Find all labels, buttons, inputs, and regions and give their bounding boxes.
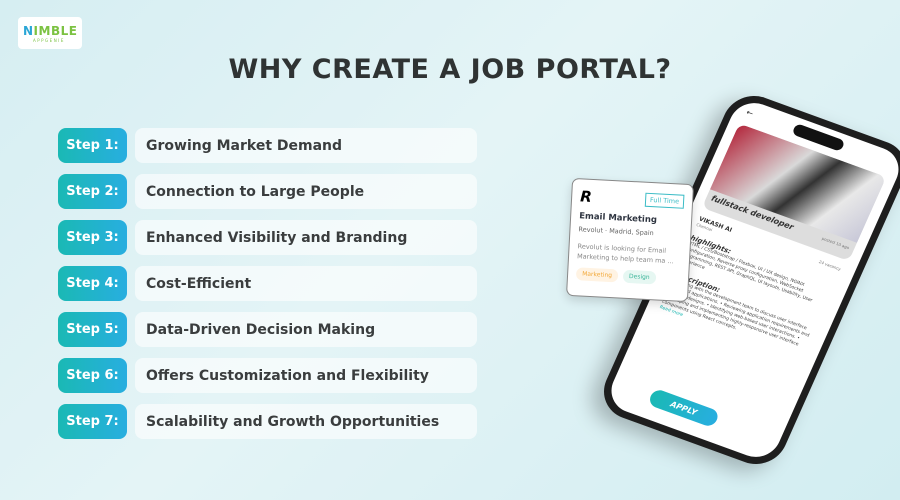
card-description: Revolut is looking for Email Marketing t… <box>576 242 674 266</box>
page-title: WHY CREATE A JOB PORTAL? <box>228 54 672 85</box>
tag-design: Design <box>622 269 657 285</box>
step-badge: Step 4: <box>58 266 127 301</box>
step-badge: Step 3: <box>58 220 127 255</box>
step-badge: Step 1: <box>58 128 127 163</box>
step-badge: Step 2: <box>58 174 127 209</box>
step-text: Cost-Efficient <box>135 266 477 301</box>
step-badge: Step 5: <box>58 312 127 347</box>
back-arrow-icon[interactable]: ← <box>745 108 755 119</box>
step-text: Enhanced Visibility and Branding <box>135 220 477 255</box>
card-job-title: Email Marketing <box>578 211 658 226</box>
logo-initial: N <box>23 23 34 38</box>
step-item: Step 6: Offers Customization and Flexibil… <box>58 358 477 393</box>
step-text: Offers Customization and Flexibility <box>135 358 477 393</box>
tag-marketing: Marketing <box>575 267 619 283</box>
step-item: Step 5: Data-Driven Decision Making <box>58 312 477 347</box>
step-item: Step 7: Scalability and Growth Opportunit… <box>58 404 477 439</box>
step-item: Step 4: Cost-Efficient <box>58 266 477 301</box>
job-type-badge: Full Time <box>644 192 685 209</box>
logo-subtext: APPGENIE <box>33 37 65 43</box>
card-company: Revolut · Madrid, Spain <box>578 225 654 238</box>
step-text: Growing Market Demand <box>135 128 477 163</box>
posted-time: posted 10 ago <box>821 235 851 251</box>
logo: NIMBLE APPGENIE <box>18 17 82 49</box>
step-badge: Step 7: <box>58 404 127 439</box>
step-badge: Step 6: <box>58 358 127 393</box>
step-item: Step 2: Connection to Large People <box>58 174 477 209</box>
step-item: Step 1: Growing Market Demand <box>58 128 477 163</box>
steps-list: Step 1: Growing Market Demand Step 2: Conn… <box>58 128 477 450</box>
step-item: Step 3: Enhanced Visibility and Branding <box>58 220 477 255</box>
step-text: Data-Driven Decision Making <box>135 312 477 347</box>
apply-button[interactable]: APPLY <box>647 387 721 429</box>
step-text: Scalability and Growth Opportunities <box>135 404 477 439</box>
job-card: R Full Time Email Marketing Revolut · Ma… <box>565 177 695 303</box>
logo-text: IMBLE <box>33 23 78 38</box>
step-text: Connection to Large People <box>135 174 477 209</box>
